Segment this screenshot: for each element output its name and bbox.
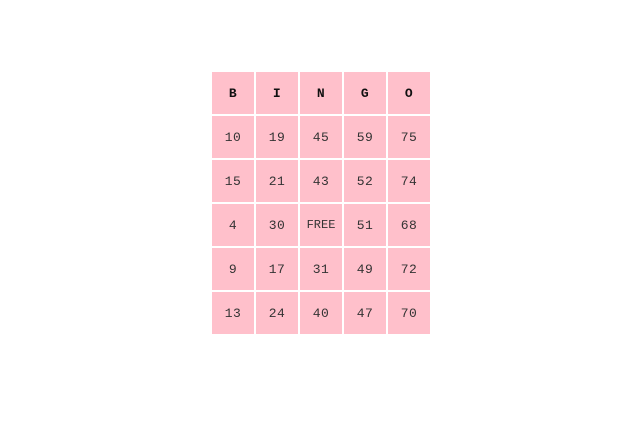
header-i: I <box>256 72 298 114</box>
header-o: O <box>388 72 430 114</box>
bingo-cell[interactable]: 24 <box>256 292 298 334</box>
bingo-cell[interactable]: 30 <box>256 204 298 246</box>
bingo-cell[interactable]: 68 <box>388 204 430 246</box>
header-n: N <box>300 72 342 114</box>
bingo-cell[interactable]: 21 <box>256 160 298 202</box>
bingo-cell[interactable]: 43 <box>300 160 342 202</box>
header-b: B <box>212 72 254 114</box>
bingo-cell[interactable]: 15 <box>212 160 254 202</box>
bingo-cell[interactable]: 17 <box>256 248 298 290</box>
bingo-cell[interactable]: 70 <box>388 292 430 334</box>
bingo-cell[interactable]: 59 <box>344 116 386 158</box>
bingo-cell[interactable]: 40 <box>300 292 342 334</box>
bingo-cell[interactable]: 19 <box>256 116 298 158</box>
bingo-cell[interactable]: 74 <box>388 160 430 202</box>
bingo-cell[interactable]: 10 <box>212 116 254 158</box>
bingo-cell[interactable]: 9 <box>212 248 254 290</box>
bingo-cell[interactable]: 47 <box>344 292 386 334</box>
bingo-cell[interactable]: 4 <box>212 204 254 246</box>
bingo-cell[interactable]: 52 <box>344 160 386 202</box>
bingo-cell[interactable]: 72 <box>388 248 430 290</box>
bingo-cell[interactable]: 75 <box>388 116 430 158</box>
bingo-cell[interactable]: 13 <box>212 292 254 334</box>
bingo-cell[interactable]: 49 <box>344 248 386 290</box>
bingo-cell[interactable]: 31 <box>300 248 342 290</box>
bingo-cell[interactable]: 51 <box>344 204 386 246</box>
bingo-cell[interactable]: 45 <box>300 116 342 158</box>
header-g: G <box>344 72 386 114</box>
free-space-cell[interactable]: FREE <box>300 204 342 246</box>
bingo-card: B I N G O 10 19 45 59 75 15 21 43 52 74 … <box>212 72 430 334</box>
